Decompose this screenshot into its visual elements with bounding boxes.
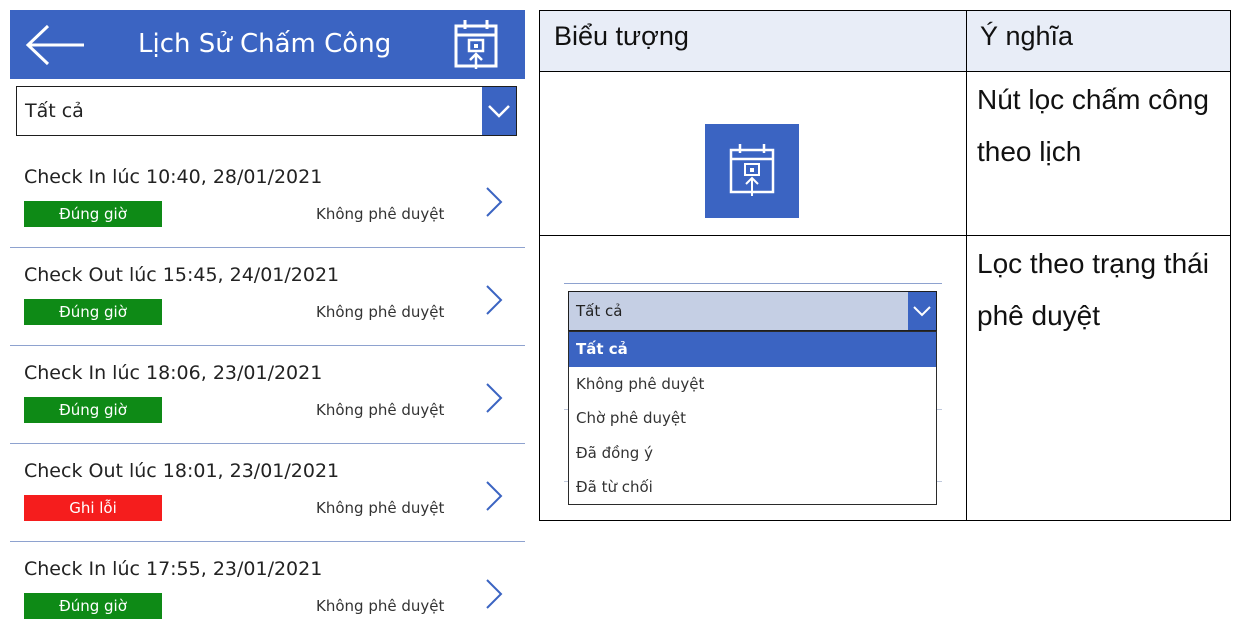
status-badge: Đúng giờ [24, 299, 162, 325]
chevron-right-icon [486, 383, 503, 413]
chevron-down-icon [488, 105, 510, 118]
item-title: Check In lúc 17:55, 23/01/2021 [24, 558, 323, 580]
dropdown-option-pending[interactable]: Chờ phê duyệt [569, 401, 936, 436]
approval-filter-dropdown-sample[interactable]: Tất cả [568, 291, 937, 331]
divider [564, 283, 942, 284]
header-meaning-column: Ý nghĩa [967, 11, 1230, 71]
legend-table: Biểu tượng Ý nghĩa Nút lọc chấm công the… [539, 10, 1231, 521]
item-title: Check In lúc 18:06, 23/01/2021 [24, 362, 323, 384]
calendar-export-icon [729, 144, 775, 196]
calendar-filter-icon-sample [705, 124, 799, 218]
meaning-cell: Lọc theo trạng thái phê duyệt [967, 236, 1230, 520]
filter-selected-value: Tất cả [25, 100, 84, 122]
calendar-filter-button[interactable] [449, 16, 505, 72]
approval-filter-dropdown[interactable]: Tất cả [16, 86, 517, 136]
list-item[interactable]: Check In lúc 18:06, 23/01/2021 Đúng giờ … [10, 346, 525, 444]
list-item[interactable]: Check In lúc 17:55, 23/01/2021 Đúng giờ … [10, 542, 525, 639]
list-item[interactable]: Check Out lúc 18:01, 23/01/2021 Ghi lỗi … [10, 444, 525, 542]
meaning-approval-filter: Lọc theo trạng thái phê duyệt [977, 248, 1209, 331]
app-header: Lịch Sử Chấm Công [10, 10, 525, 79]
calendar-export-icon [454, 20, 498, 69]
meaning-calendar-filter: Nút lọc chấm công theo lịch [977, 84, 1209, 167]
chevron-right-icon [486, 285, 503, 315]
dropdown-option-rejected[interactable]: Đã từ chối [569, 470, 936, 505]
dropdown-toggle-button[interactable] [908, 292, 936, 330]
header-icon-column: Biểu tượng [540, 11, 966, 71]
chevron-down-icon [913, 306, 931, 317]
chevron-right-icon [486, 187, 503, 217]
list-item[interactable]: Check Out lúc 15:45, 24/01/2021 Đúng giờ… [10, 248, 525, 346]
attendance-history-app: Lịch Sử Chấm Công Tất cả Check In lúc 10… [10, 10, 525, 639]
header-meaning-label: Ý nghĩa [980, 21, 1074, 51]
approval-status: Không phê duyệt [316, 499, 445, 517]
dropdown-selected-value: Tất cả [576, 302, 623, 320]
dropdown-option-approved[interactable]: Đã đồng ý [569, 436, 936, 471]
status-badge: Ghi lỗi [24, 495, 162, 521]
dropdown-option-not-approved[interactable]: Không phê duyệt [569, 367, 936, 402]
chevron-right-icon [486, 481, 503, 511]
filter-toggle-button[interactable] [482, 87, 516, 135]
dropdown-option-all[interactable]: Tất cả [569, 332, 936, 367]
approval-status: Không phê duyệt [316, 303, 445, 321]
header-icon-label: Biểu tượng [554, 21, 689, 51]
arrow-left-icon [25, 24, 84, 66]
back-button[interactable] [24, 22, 86, 68]
approval-status: Không phê duyệt [316, 401, 445, 419]
list-item[interactable]: Check In lúc 10:40, 28/01/2021 Đúng giờ … [10, 150, 525, 248]
approval-status: Không phê duyệt [316, 597, 445, 615]
dropdown-options-list: Tất cả Không phê duyệt Chờ phê duyệt Đã … [568, 331, 937, 505]
chevron-right-icon [486, 579, 503, 609]
meaning-cell: Nút lọc chấm công theo lịch [967, 72, 1230, 235]
status-badge: Đúng giờ [24, 397, 162, 423]
approval-status: Không phê duyệt [316, 205, 445, 223]
attendance-list: Check In lúc 10:40, 28/01/2021 Đúng giờ … [10, 150, 525, 639]
status-badge: Đúng giờ [24, 593, 162, 619]
item-title: Check Out lúc 18:01, 23/01/2021 [24, 460, 340, 482]
status-badge: Đúng giờ [24, 201, 162, 227]
item-title: Check In lúc 10:40, 28/01/2021 [24, 166, 323, 188]
item-title: Check Out lúc 15:45, 24/01/2021 [24, 264, 340, 286]
page-title: Lịch Sử Chấm Công [138, 29, 392, 59]
